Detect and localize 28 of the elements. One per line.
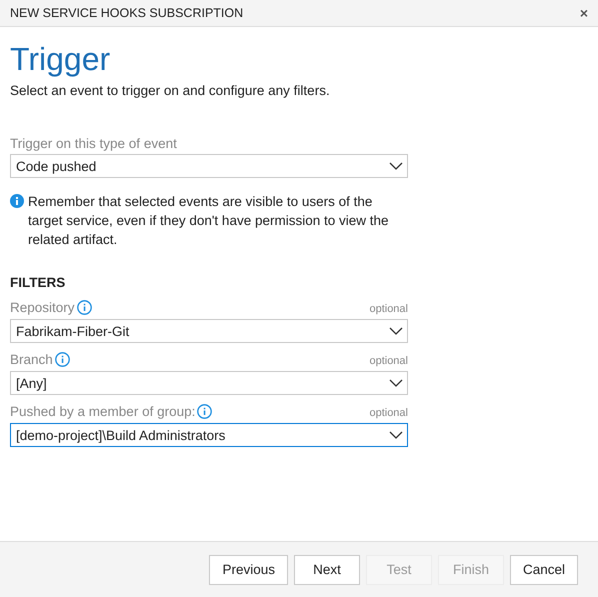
- notice-text: Remember that selected events are visible to users of the target service, even if they don't have permission to view the related artifact.: [28, 193, 390, 249]
- page-subtitle: Select an event to trigger on and configure any filters.: [10, 83, 331, 98]
- chevron-down-icon: [389, 162, 403, 170]
- field-label: Pushed by a member of group:: [10, 404, 196, 419]
- dropdown-field[interactable]: [demo-project]\Build Administrators: [10, 423, 408, 447]
- dialog-button[interactable]: Cancel: [510, 554, 578, 584]
- close-button[interactable]: ×: [580, 5, 588, 21]
- dialog-button[interactable]: Previous: [209, 554, 288, 584]
- section-heading: FILTERS: [10, 275, 66, 290]
- optional-hint: optional: [369, 303, 408, 315]
- chevron-down-icon: [389, 431, 403, 439]
- window-title: NEW SERVICE HOOKS SUBSCRIPTION: [10, 6, 244, 20]
- info-icon[interactable]: [197, 404, 212, 419]
- field-label: Trigger on this type of event: [10, 136, 177, 151]
- info-icon[interactable]: [54, 352, 70, 367]
- chevron-down-icon: [389, 379, 403, 387]
- dropdown-field[interactable]: Code pushed: [10, 154, 408, 178]
- info-icon: [10, 194, 24, 208]
- page-heading: Trigger: [10, 40, 112, 79]
- info-icon[interactable]: [76, 300, 92, 315]
- optional-hint: optional: [369, 355, 408, 367]
- dialog-button[interactable]: Next: [294, 554, 360, 584]
- dropdown-field[interactable]: [Any]: [10, 371, 408, 395]
- optional-hint: optional: [369, 407, 408, 419]
- field-label: Branch: [10, 352, 53, 367]
- dropdown-field[interactable]: Fabrikam-Fiber-Git: [10, 319, 408, 343]
- field-label: Repository: [10, 300, 75, 315]
- chevron-down-icon: [389, 327, 403, 335]
